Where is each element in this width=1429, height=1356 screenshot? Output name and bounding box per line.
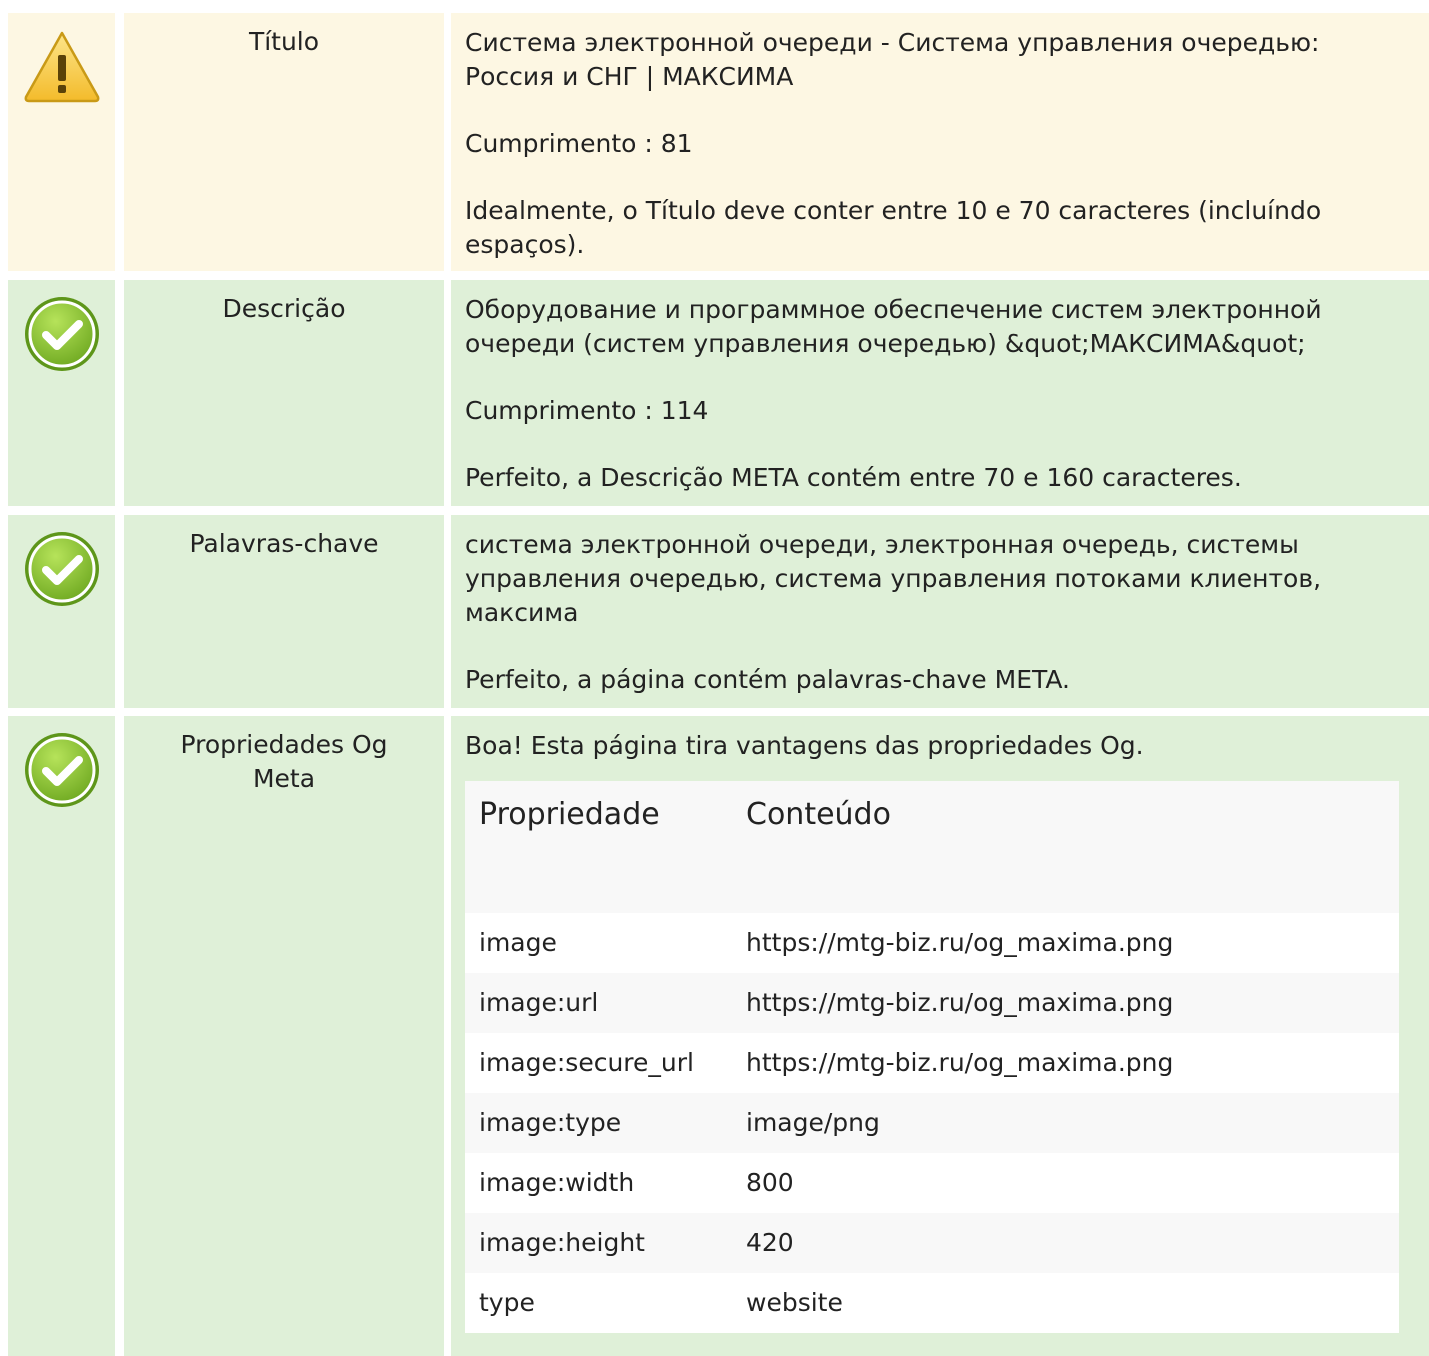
row-label-cell: Título (124, 13, 444, 271)
title-value: Система электронной очереди - Система уп… (465, 28, 1320, 91)
row-body-cell: Система электронной очереди - Система уп… (451, 13, 1429, 271)
seo-row-og-meta: Propriedades Og Meta Boa! Esta página ti… (8, 716, 1429, 1356)
content-cell: website (732, 1273, 1399, 1333)
status-cell (8, 515, 115, 708)
warning-triangle-icon (24, 31, 100, 103)
table-row: image:height 420 (465, 1213, 1399, 1273)
property-cell: image:width (465, 1153, 732, 1213)
status-cell (8, 280, 115, 506)
check-circle-icon (25, 733, 99, 807)
title-length: Cumprimento : 81 (465, 129, 693, 158)
column-header-content: Conteúdo (732, 781, 1399, 913)
content-cell: https://mtg-biz.ru/og_maxima.png (732, 1033, 1399, 1093)
status-cell (8, 716, 115, 1356)
og-properties-table: Propriedade Conteúdo image https://mtg-b… (465, 781, 1399, 1333)
seo-row-keywords: Palavras-chave система электронной очере… (8, 515, 1429, 708)
row-body-cell: Оборудование и программное обеспечение с… (451, 280, 1429, 506)
keywords-advice: Perfeito, a página contém palavras-chave… (465, 665, 1070, 694)
description-advice: Perfeito, a Descrição META contém entre … (465, 463, 1242, 492)
description-value: Оборудование и программное обеспечение с… (465, 295, 1322, 358)
keywords-value: система электронной очереди, электронная… (465, 530, 1322, 627)
content-cell: image/png (732, 1093, 1399, 1153)
row-label-cell: Propriedades Og Meta (124, 716, 444, 1356)
seo-row-description: Descrição Оборудование и программное обе… (8, 280, 1429, 506)
content-cell: 800 (732, 1153, 1399, 1213)
row-label-cell: Descrição (124, 280, 444, 506)
table-row: image:width 800 (465, 1153, 1399, 1213)
property-cell: image:height (465, 1213, 732, 1273)
check-circle-icon (25, 297, 99, 371)
description-length: Cumprimento : 114 (465, 396, 709, 425)
og-intro: Boa! Esta página tira vantagens das prop… (465, 731, 1144, 760)
row-body-cell: Boa! Esta página tira vantagens das prop… (451, 716, 1429, 1356)
content-cell: https://mtg-biz.ru/og_maxima.png (732, 973, 1399, 1033)
property-cell: type (465, 1273, 732, 1333)
row-label: Descrição (222, 294, 346, 323)
row-label-cell: Palavras-chave (124, 515, 444, 708)
title-advice: Idealmente, o Título deve conter entre 1… (465, 196, 1322, 259)
table-row: type website (465, 1273, 1399, 1333)
property-cell: image:url (465, 973, 732, 1033)
row-label: Palavras-chave (189, 529, 379, 558)
seo-row-title: Título Система электронной очереди - Сис… (8, 13, 1429, 271)
row-label: Título (248, 27, 320, 56)
table-header-row: Propriedade Conteúdo (465, 781, 1399, 913)
table-row: image:url https://mtg-biz.ru/og_maxima.p… (465, 973, 1399, 1033)
row-label: Propriedades Og Meta (180, 730, 388, 793)
property-cell: image (465, 913, 732, 973)
table-row: image:secure_url https://mtg-biz.ru/og_m… (465, 1033, 1399, 1093)
check-circle-icon (25, 532, 99, 606)
status-cell (8, 13, 115, 271)
row-body-cell: система электронной очереди, электронная… (451, 515, 1429, 708)
column-header-property: Propriedade (465, 781, 732, 913)
property-cell: image:secure_url (465, 1033, 732, 1093)
table-row: image https://mtg-biz.ru/og_maxima.png (465, 913, 1399, 973)
table-row: image:type image/png (465, 1093, 1399, 1153)
content-cell: https://mtg-biz.ru/og_maxima.png (732, 913, 1399, 973)
content-cell: 420 (732, 1213, 1399, 1273)
property-cell: image:type (465, 1093, 732, 1153)
